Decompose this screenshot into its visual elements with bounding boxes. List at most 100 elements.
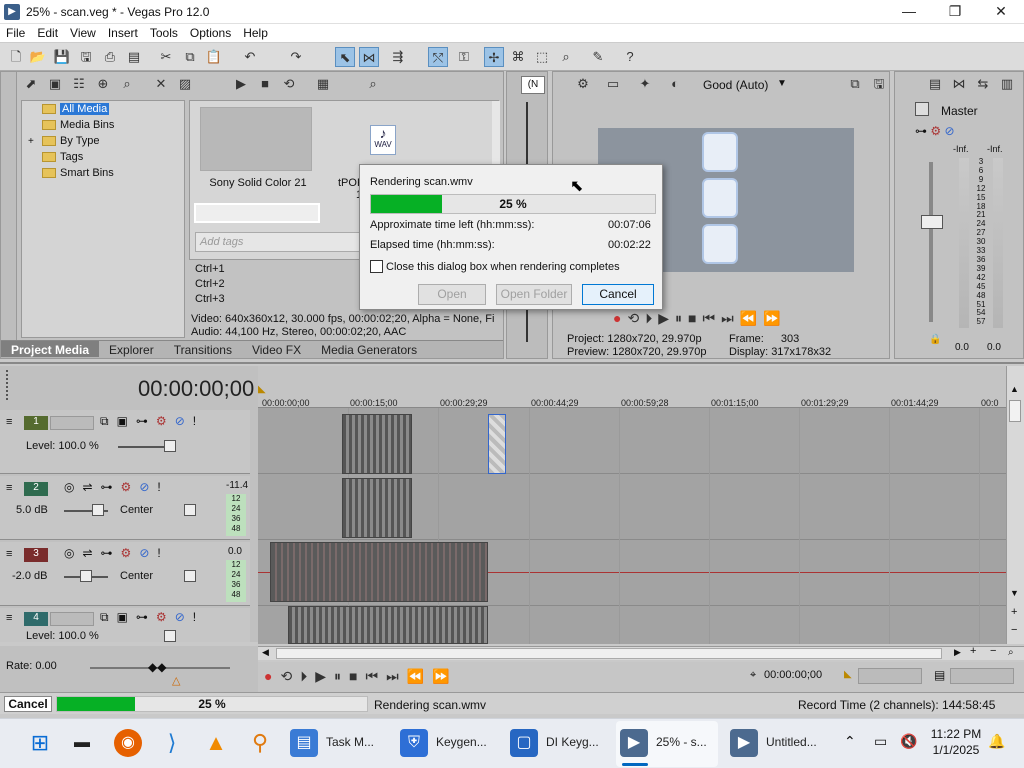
track-name-field[interactable]: [50, 416, 94, 430]
render-icon[interactable]: ⎙: [100, 47, 120, 67]
timeline-vertical-scrollbar[interactable]: ▲ ▼ + −: [1006, 366, 1024, 644]
taskbar-item-vegas-render[interactable]: 25% - s...: [656, 735, 707, 749]
media-fx-icon[interactable]: ▨: [175, 74, 195, 94]
timeline-horizontal-scrollbar[interactable]: ◀ ▶ + − ⌕: [258, 645, 1024, 660]
preview-quality-select[interactable]: Good (Auto): [703, 78, 768, 92]
mute-icon[interactable]: ⊘: [139, 480, 157, 494]
pause-icon[interactable]: ⏸: [675, 310, 688, 326]
cut-icon[interactable]: ✂: [156, 47, 176, 67]
web-icon[interactable]: ⊕: [93, 74, 113, 94]
horizontal-scroll-thumb[interactable]: [276, 648, 942, 659]
lock-icon[interactable]: 🔒: [929, 334, 941, 345]
video-clip[interactable]: [342, 414, 412, 474]
taskbar-item-keygen[interactable]: Keygen...: [436, 735, 487, 749]
media-thumb-solid-color[interactable]: [200, 107, 312, 171]
gear-icon[interactable]: ⚙: [121, 546, 140, 560]
views-icon[interactable]: ▦: [313, 74, 333, 94]
track-grip[interactable]: [6, 370, 10, 400]
media-thumb-selected[interactable]: [194, 203, 320, 223]
track-fx-icon[interactable]: ⇌: [82, 546, 100, 560]
menu-help[interactable]: Help: [237, 24, 274, 40]
volume-slider[interactable]: [92, 504, 104, 516]
scroll-thumb[interactable]: [1009, 400, 1021, 422]
solo-icon[interactable]: !: [193, 610, 204, 624]
track-header-4[interactable]: ≡ 4 ⧉▣⊶⚙⊘! Level: 100.0 %: [0, 608, 250, 642]
audio-clip[interactable]: [342, 478, 412, 538]
next-frame-icon[interactable]: ⏩: [763, 310, 786, 326]
auto-ripple-icon[interactable]: ⇶: [388, 47, 408, 67]
network-icon[interactable]: ▭: [874, 733, 887, 750]
minimize-button[interactable]: —: [886, 0, 932, 24]
solo-icon[interactable]: !: [157, 546, 168, 560]
open-button[interactable]: Open: [418, 284, 486, 305]
get-media-icon[interactable]: ☷: [69, 74, 89, 94]
arm-record-icon[interactable]: ◎: [64, 546, 82, 560]
add-tags-input[interactable]: Add tags: [195, 232, 363, 252]
go-to-start-icon[interactable]: ⏮: [365, 668, 386, 684]
open-icon[interactable]: 📂: [28, 47, 48, 67]
audio-clip[interactable]: [270, 542, 488, 602]
search-app-icon[interactable]: ⚲: [246, 729, 274, 757]
record-icon[interactable]: ●: [613, 310, 627, 326]
zoom-in-time-icon[interactable]: +: [970, 645, 976, 657]
track-collapse-icon[interactable]: ≡: [6, 416, 12, 428]
play-icon[interactable]: ▶: [315, 668, 334, 684]
task-view-icon[interactable]: ▬: [68, 729, 96, 757]
solo-icon[interactable]: !: [157, 480, 168, 494]
zoom-out-icon[interactable]: −: [1011, 624, 1017, 636]
track-header-1[interactable]: ≡ 1 ⧉▣⊶⚙⊘! Level: 100.0 %: [0, 410, 250, 474]
pan-slider[interactable]: [184, 504, 196, 516]
go-to-end-icon[interactable]: ⏭: [721, 310, 740, 326]
search-icon[interactable]: ⌕: [363, 74, 383, 94]
close-button[interactable]: ✕: [978, 0, 1024, 24]
remove-icon[interactable]: ✕: [151, 74, 171, 94]
play-from-start-icon[interactable]: ⏵: [645, 310, 658, 326]
redo-icon[interactable]: ↷: [286, 47, 306, 67]
open-folder-button[interactable]: Open Folder: [496, 284, 572, 305]
stop-icon[interactable]: ■: [688, 310, 702, 326]
go-to-end-icon[interactable]: ⏭: [386, 668, 407, 684]
firefox-icon[interactable]: ◉: [114, 729, 142, 757]
lock-envelopes-icon[interactable]: ⚿: [454, 47, 474, 67]
prev-frame-icon[interactable]: ⏪: [407, 668, 432, 684]
master-mute-icon[interactable]: ⇆: [973, 74, 993, 94]
vegas-taskbar-icon[interactable]: ▶: [620, 729, 648, 757]
auto-preview-icon[interactable]: ⟲: [279, 74, 299, 94]
tree-expand-toggle[interactable]: +: [28, 134, 42, 150]
close-when-done-checkbox[interactable]: [370, 260, 383, 273]
level-slider[interactable]: [164, 440, 176, 452]
tree-item-tags[interactable]: Tags: [42, 149, 83, 165]
master-fx-icon[interactable]: ⋈: [949, 74, 969, 94]
compositing-icon[interactable]: ⧉: [100, 610, 117, 624]
arm-record-icon[interactable]: ◎: [64, 480, 82, 494]
tree-item-smart-bins[interactable]: Smart Bins: [42, 165, 114, 181]
menu-view[interactable]: View: [64, 24, 102, 40]
save-icon[interactable]: 💾: [52, 47, 72, 67]
envelope-tool-icon[interactable]: ⋈: [359, 47, 379, 67]
timeline-splitter[interactable]: [0, 362, 1024, 364]
play-icon[interactable]: ▶: [658, 310, 675, 326]
next-frame-icon[interactable]: ⏩: [432, 668, 457, 684]
stop-preview-icon[interactable]: ■: [255, 74, 275, 94]
level-slider[interactable]: [164, 630, 176, 642]
auto-crossfade-icon[interactable]: ⤲: [428, 47, 448, 67]
track-header-3[interactable]: ≡ 3 ◎⇌⊶⚙⊘! 0.0 -2.0 dB Center 12 24 36 48: [0, 542, 250, 606]
pan-slider[interactable]: [184, 570, 196, 582]
timeline-timecode[interactable]: 00:00:00;00: [138, 376, 254, 402]
master-fader[interactable]: [921, 215, 943, 229]
menu-file[interactable]: File: [0, 24, 31, 40]
volume-muted-icon[interactable]: 🔇: [900, 733, 917, 750]
notification-bell-icon[interactable]: 🔔: [988, 733, 1005, 750]
scroll-left-icon[interactable]: ◀: [262, 647, 269, 658]
loop-icon[interactable]: ⟲: [627, 310, 645, 326]
tab-project-media[interactable]: Project Media: [1, 341, 100, 357]
scroll-down-icon[interactable]: ▼: [1010, 588, 1019, 598]
play-preview-icon[interactable]: ▶: [231, 74, 251, 94]
help-whats-this-icon[interactable]: ?: [620, 47, 640, 67]
zoom-tool-icon[interactable]: ⌕: [1008, 647, 1014, 658]
new-icon[interactable]: 🗋: [6, 47, 26, 67]
tab-video-fx[interactable]: Video FX: [242, 341, 311, 357]
master-settings-icon[interactable]: ▥: [997, 74, 1017, 94]
import-media-icon[interactable]: ⬈: [21, 74, 41, 94]
task-manager-icon[interactable]: ▤: [290, 729, 318, 757]
